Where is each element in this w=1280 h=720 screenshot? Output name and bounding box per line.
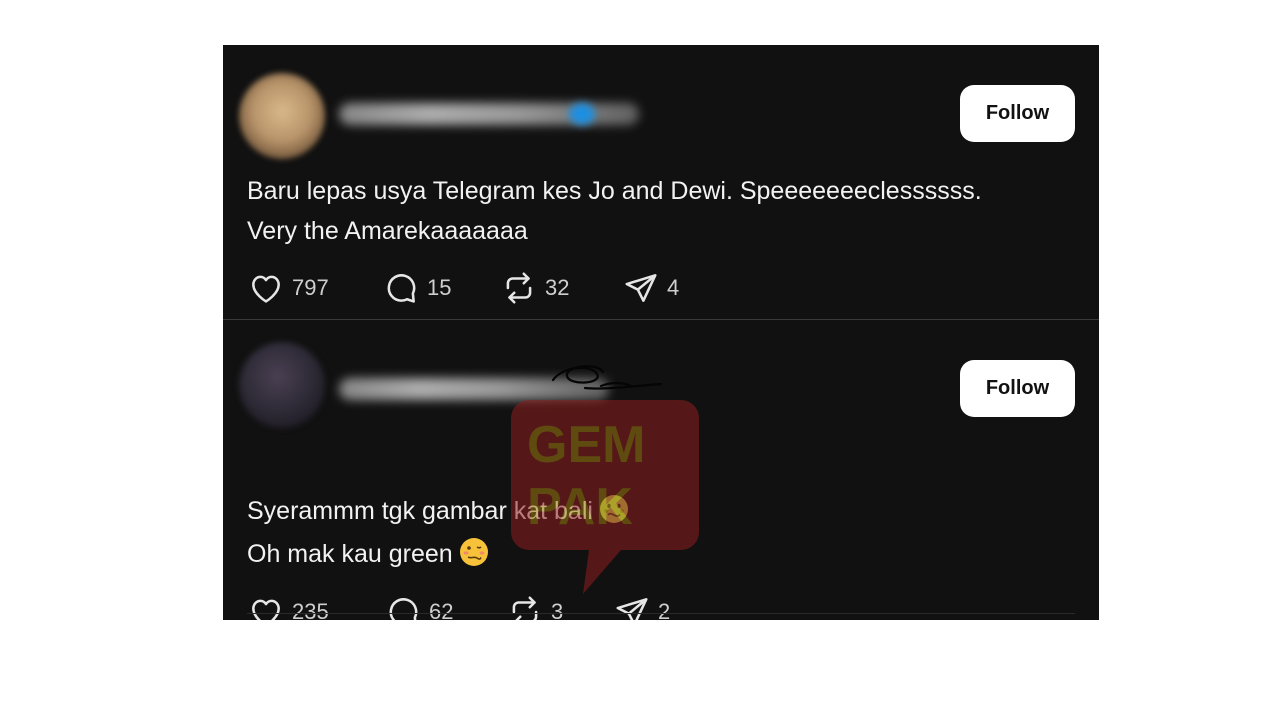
follow-button[interactable]: Follow xyxy=(960,360,1075,417)
share-count: 4 xyxy=(667,275,680,300)
like-button[interactable]: 797 xyxy=(247,268,329,308)
heart-icon xyxy=(252,275,280,303)
share-count: 2 xyxy=(658,599,671,620)
comment-icon xyxy=(387,274,416,303)
share-button[interactable]: 2 xyxy=(613,592,670,620)
post-text-segment: Oh mak kau green xyxy=(247,540,453,568)
repost-count: 3 xyxy=(551,599,564,620)
share-button[interactable]: 4 xyxy=(622,268,679,308)
verified-badge-blurred xyxy=(569,103,595,125)
repost-count: 32 xyxy=(545,275,570,300)
post-text-segment: Syerammm tgk gambar kat bali xyxy=(247,497,593,525)
comment-button[interactable]: 62 xyxy=(384,592,453,620)
post-text-line: Syerammm tgk gambar kat bali xyxy=(247,490,629,533)
follow-button[interactable]: Follow xyxy=(960,85,1075,142)
post-divider xyxy=(247,613,1075,614)
share-icon xyxy=(625,274,657,302)
like-count: 235 xyxy=(292,599,329,620)
post-text: Syerammm tgk gambar kat bali Oh mak kau … xyxy=(247,490,629,576)
repost-button[interactable]: 32 xyxy=(500,268,569,308)
heart-icon xyxy=(252,599,280,620)
comment-count: 62 xyxy=(429,599,454,620)
share-icon xyxy=(616,598,648,620)
post-text-line: Baru lepas usya Telegram kes Jo and Dewi… xyxy=(247,177,982,205)
scribble-redaction xyxy=(551,365,663,390)
avatar[interactable] xyxy=(239,73,325,159)
comment-icon xyxy=(389,598,418,620)
post: Follow Baru lepas usya Telegram kes Jo a… xyxy=(223,45,1099,319)
nauseated-face-emoji xyxy=(599,495,628,523)
avatar[interactable] xyxy=(239,342,325,428)
repost-icon xyxy=(506,272,532,304)
comment-count: 15 xyxy=(427,275,452,300)
comment-button[interactable]: 15 xyxy=(382,268,451,308)
like-count: 797 xyxy=(292,275,329,300)
post-text-line: Oh mak kau green xyxy=(247,533,629,576)
like-button[interactable]: 235 xyxy=(247,592,329,620)
post: Follow Syerammm tgk gambar kat bali Oh m… xyxy=(223,320,1099,620)
post-text-line: Very the Amarekaaaaaaa xyxy=(247,217,528,245)
post-text: Baru lepas usya Telegram kes Jo and Dewi… xyxy=(247,171,982,251)
repost-button[interactable]: 3 xyxy=(506,592,563,620)
feed-panel: Follow Baru lepas usya Telegram kes Jo a… xyxy=(223,45,1099,620)
woozy-face-emoji xyxy=(459,538,488,566)
repost-icon xyxy=(512,596,538,620)
